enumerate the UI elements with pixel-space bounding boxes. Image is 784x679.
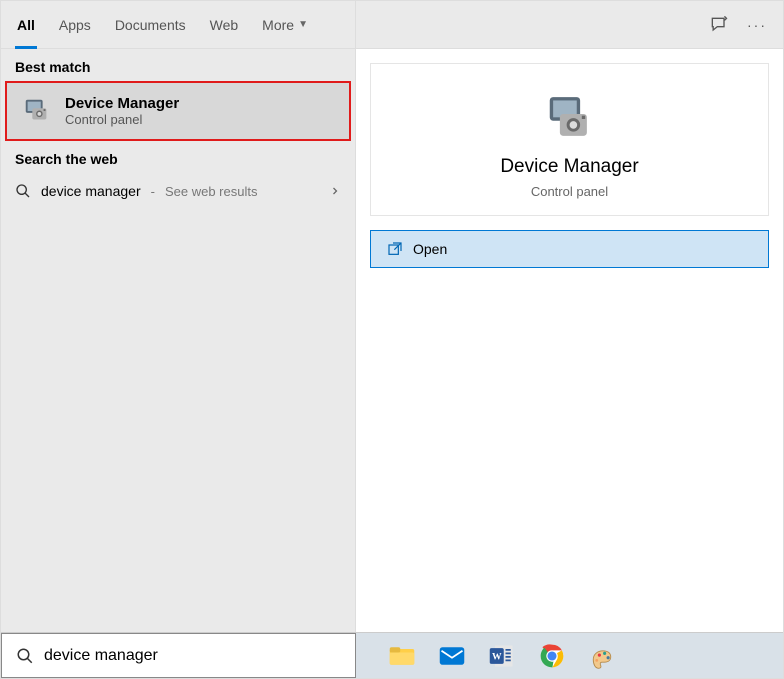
category-tabs: All Apps Documents Web More ▼ xyxy=(1,1,355,49)
section-best-match: Best match xyxy=(1,49,355,81)
best-match-result[interactable]: Device Manager Control panel xyxy=(5,81,351,141)
preview-title: Device Manager xyxy=(500,156,638,178)
preview-card: Device Manager Control panel xyxy=(370,63,769,216)
best-match-title: Device Manager xyxy=(65,95,179,112)
search-icon xyxy=(15,183,31,199)
web-search-hint: See web results xyxy=(165,184,258,199)
web-search-result[interactable]: device manager - See web results xyxy=(1,173,355,209)
tab-documents[interactable]: Documents xyxy=(103,1,198,49)
taskbar-chrome-icon[interactable] xyxy=(536,640,568,672)
section-search-web: Search the web xyxy=(1,141,355,173)
feedback-icon[interactable] xyxy=(709,15,729,35)
search-input[interactable] xyxy=(44,647,341,665)
open-button[interactable]: Open xyxy=(370,230,769,268)
web-hint-prefix: - xyxy=(151,184,155,199)
best-match-text: Device Manager Control panel xyxy=(65,95,179,127)
taskbar-paint-icon[interactable] xyxy=(586,640,618,672)
taskbar-file-explorer-icon[interactable] xyxy=(386,640,418,672)
svg-text:W: W xyxy=(492,651,502,662)
preview-panel: ··· Device Manager Control panel xyxy=(356,1,783,632)
chevron-right-icon xyxy=(329,185,341,197)
taskbar-mail-icon[interactable] xyxy=(436,640,468,672)
web-search-query: device manager xyxy=(41,183,141,199)
tab-more[interactable]: More ▼ xyxy=(250,1,320,49)
tab-more-label: More xyxy=(262,17,294,33)
taskbar: W xyxy=(356,633,783,678)
caret-down-icon: ▼ xyxy=(298,19,308,30)
tab-all[interactable]: All xyxy=(5,1,47,49)
more-options-icon[interactable]: ··· xyxy=(747,17,767,33)
preview-subtitle: Control panel xyxy=(531,184,608,199)
open-label: Open xyxy=(413,241,447,257)
best-match-subtitle: Control panel xyxy=(65,112,179,127)
device-manager-icon xyxy=(21,95,53,127)
left-results-panel: All Apps Documents Web More ▼ Best match xyxy=(1,1,356,632)
search-icon xyxy=(16,647,34,665)
preview-app-icon xyxy=(543,92,597,146)
tab-web[interactable]: Web xyxy=(198,1,251,49)
tab-apps[interactable]: Apps xyxy=(47,1,103,49)
bottom-bar: W xyxy=(1,632,783,678)
header-actions: ··· xyxy=(356,1,783,49)
taskbar-word-icon[interactable]: W xyxy=(486,640,518,672)
open-icon xyxy=(387,241,403,257)
search-box[interactable] xyxy=(1,633,356,678)
